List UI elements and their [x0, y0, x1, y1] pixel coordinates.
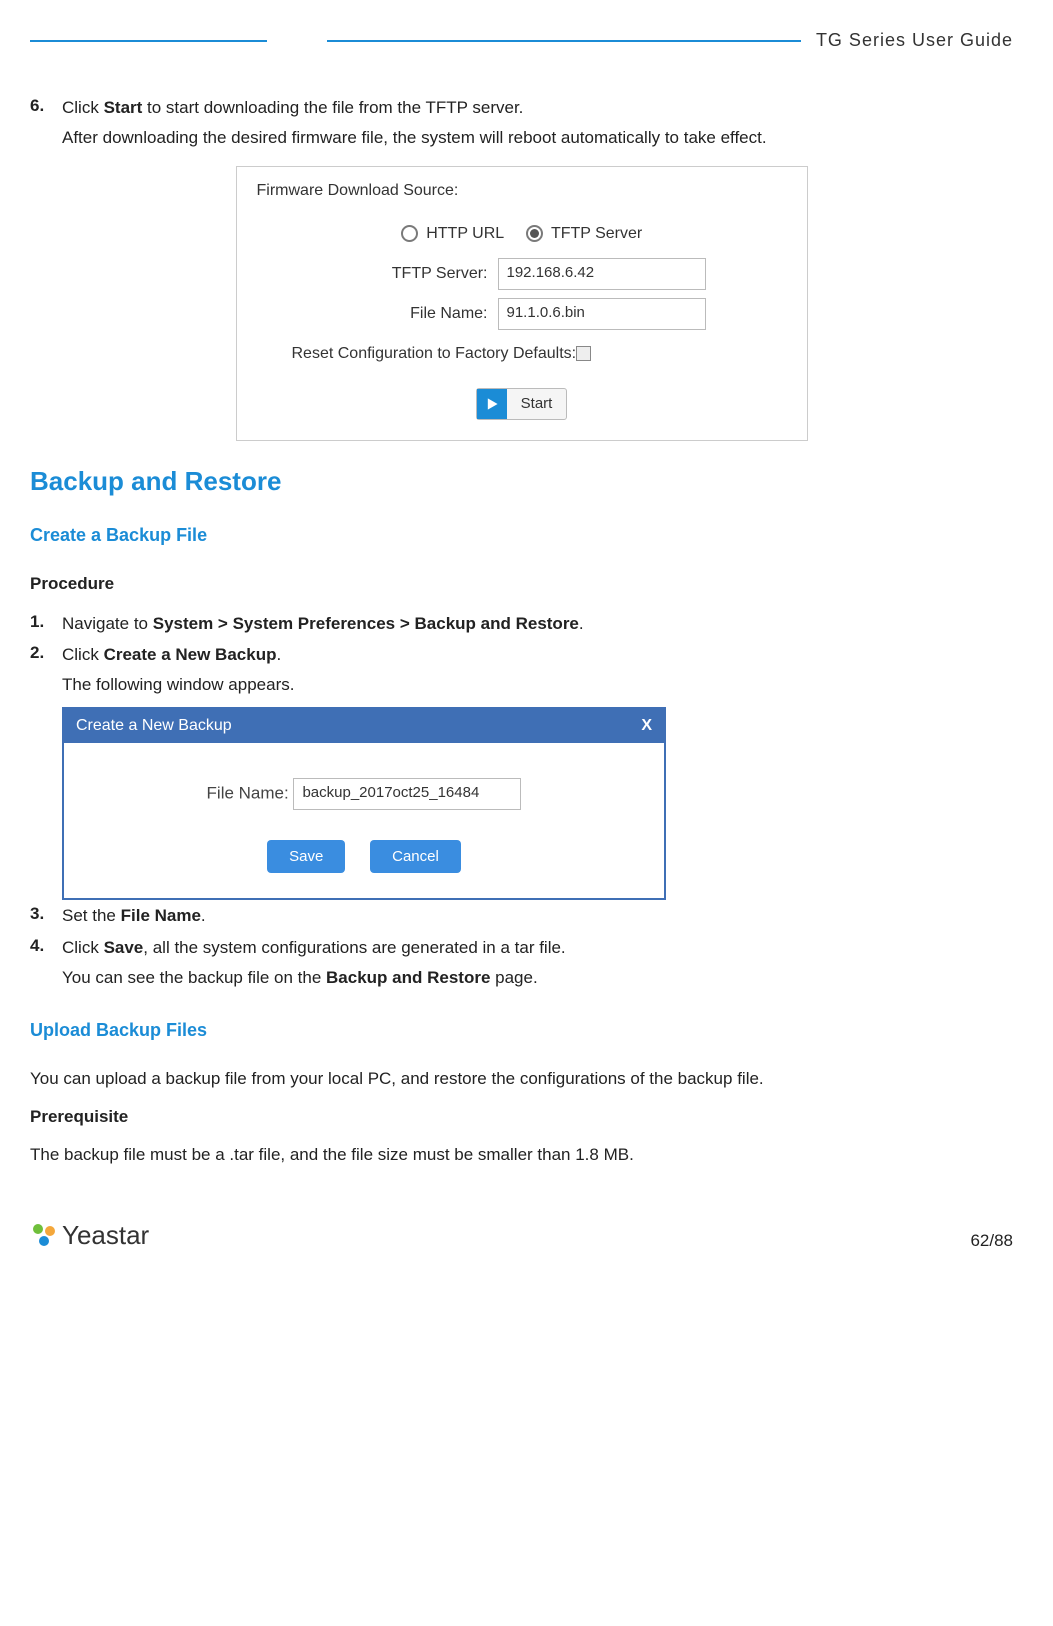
- label-tftp-server: TFTP Server:: [338, 265, 498, 283]
- heading-procedure: Procedure: [30, 574, 1013, 594]
- logo-icon: [30, 1221, 60, 1251]
- input-backup-file-name[interactable]: backup_2017oct25_16484: [293, 778, 521, 810]
- brand-name: Yeastar: [62, 1220, 149, 1251]
- heading-create-backup: Create a Backup File: [30, 525, 1013, 546]
- list-step-6: 6. Click Start to start downloading the …: [30, 96, 1013, 156]
- prerequisite-text: The backup file must be a .tar file, and…: [30, 1145, 1013, 1165]
- brand-logo: Yeastar: [30, 1220, 149, 1251]
- heading-prerequisite: Prerequisite: [30, 1107, 1013, 1127]
- radio-http-url[interactable]: [401, 225, 418, 242]
- input-tftp-server[interactable]: 192.168.6.42: [498, 258, 706, 290]
- firmware-download-panel: Firmware Download Source: HTTP URL TFTP …: [236, 166, 808, 441]
- heading-upload-backup: Upload Backup Files: [30, 1020, 1013, 1041]
- page-header: TG Series User Guide: [30, 30, 1013, 51]
- header-rule-right: [327, 40, 801, 42]
- header-title: TG Series User Guide: [816, 30, 1013, 51]
- cancel-button[interactable]: Cancel: [370, 840, 461, 873]
- start-button[interactable]: Start: [476, 388, 568, 420]
- heading-backup-restore: Backup and Restore: [30, 466, 1013, 497]
- dialog-titlebar: Create a New Backup X: [64, 709, 664, 743]
- input-file-name[interactable]: 91.1.0.6.bin: [498, 298, 706, 330]
- create-backup-dialog: Create a New Backup X File Name: backup_…: [62, 707, 666, 900]
- label-reset-defaults: Reset Configuration to Factory Defaults:: [292, 345, 577, 362]
- play-icon: [477, 389, 507, 419]
- page-number: 62/88: [970, 1231, 1013, 1251]
- header-rule-left: [30, 40, 267, 42]
- list-step-3: 3. Set the File Name.: [30, 904, 1013, 934]
- label-backup-file-name: File Name:: [207, 783, 289, 802]
- list-step-1: 1. Navigate to System > System Preferenc…: [30, 612, 1013, 642]
- panel-heading: Firmware Download Source:: [257, 182, 787, 200]
- step-number: 6.: [30, 96, 62, 156]
- list-step-4: 4. Click Save, all the system configurat…: [30, 936, 1013, 996]
- upload-description: You can upload a backup file from your l…: [30, 1069, 1013, 1089]
- save-button[interactable]: Save: [267, 840, 345, 873]
- page-footer: Yeastar 62/88: [30, 1220, 1013, 1251]
- checkbox-reset-defaults[interactable]: [576, 346, 591, 361]
- label-file-name: File Name:: [338, 305, 498, 323]
- close-icon[interactable]: X: [641, 717, 652, 735]
- radio-tftp-server[interactable]: [526, 225, 543, 242]
- list-step-2: 2. Click Create a New Backup. The follow…: [30, 643, 1013, 703]
